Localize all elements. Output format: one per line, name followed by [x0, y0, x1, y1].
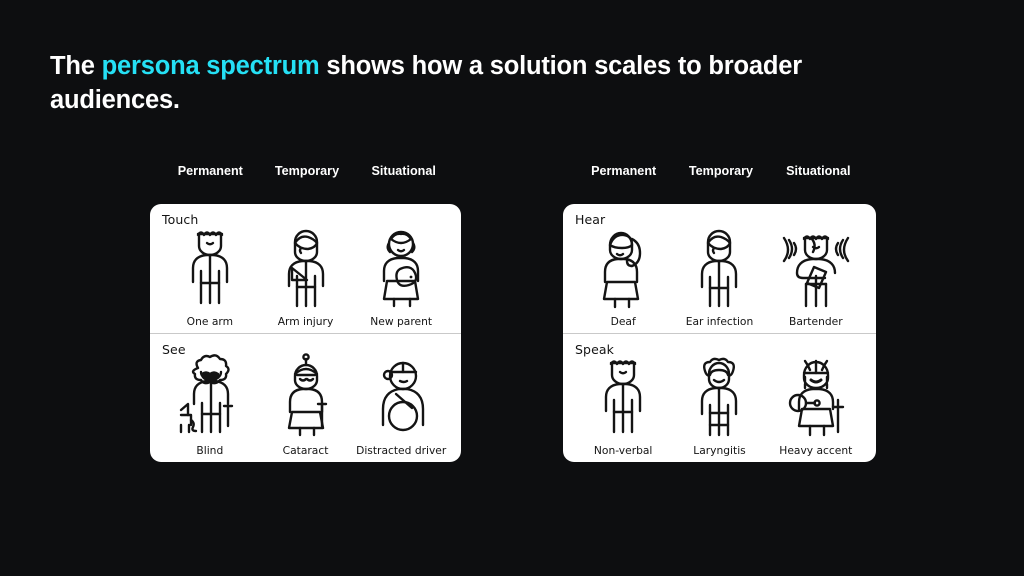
persona-label: Laryngitis — [693, 444, 746, 457]
person-one-arm-icon — [167, 221, 253, 313]
persona-cell-new-parent[interactable]: New parent — [353, 204, 449, 333]
persona-label: Arm injury — [277, 315, 334, 328]
persona-label: Deaf — [610, 315, 636, 328]
persona-label: New parent — [370, 315, 433, 328]
person-non-verbal-icon — [580, 350, 666, 442]
column-header-situational: Situational — [786, 164, 851, 178]
persona-label: Distracted driver — [356, 444, 447, 457]
persona-row-hear: Hear Deaf Ear infection Bartender — [563, 204, 876, 333]
row-label-touch: Touch — [162, 212, 199, 227]
column-header-temporary: Temporary — [688, 164, 754, 178]
column-header-permanent: Permanent — [591, 164, 657, 178]
persona-label: Non-verbal — [593, 444, 653, 457]
title-text-before: The — [50, 52, 102, 80]
row-label-hear: Hear — [575, 212, 606, 227]
persona-cell-bartender[interactable]: Bartender — [768, 204, 864, 333]
person-holding-baby-icon — [358, 221, 444, 313]
person-guide-dog-icon — [167, 350, 253, 442]
row-label-speak: Speak — [575, 342, 614, 357]
persona-row-see: See Blind Cataract Distracted driver — [150, 333, 461, 462]
person-cataract-icon — [263, 350, 349, 442]
persona-panel-hear-speak: Hear Deaf Ear infection Bartender Speak … — [563, 204, 876, 462]
person-laryngitis-icon — [676, 350, 762, 442]
person-heavy-accent-icon — [773, 350, 859, 442]
column-headers-left: Permanent Temporary Situational — [162, 164, 452, 182]
persona-cell-arm-injury[interactable]: Arm injury — [258, 204, 354, 333]
persona-label: Heavy accent — [779, 444, 853, 457]
persona-cell-distracted-driver[interactable]: Distracted driver — [353, 334, 449, 462]
person-deaf-icon — [580, 221, 666, 313]
person-arm-sling-icon — [263, 221, 349, 313]
persona-label: Blind — [196, 444, 224, 457]
page-title: The persona spectrum shows how a solutio… — [50, 50, 880, 117]
persona-label: One arm — [186, 315, 233, 328]
persona-row-speak: Speak Non-verbal Laryngitis Heavy accent — [563, 333, 876, 462]
persona-label: Bartender — [789, 315, 843, 328]
persona-cell-heavy-accent[interactable]: Heavy accent — [768, 334, 864, 462]
persona-cell-laryngitis[interactable]: Laryngitis — [671, 334, 767, 462]
column-header-temporary: Temporary — [274, 164, 340, 178]
person-bartender-noise-icon — [773, 221, 859, 313]
row-label-see: See — [162, 342, 186, 357]
person-ear-infection-icon — [676, 221, 762, 313]
persona-cell-cataract[interactable]: Cataract — [258, 334, 354, 462]
title-accent-phrase: persona spectrum — [101, 52, 320, 80]
persona-row-touch: Touch One arm Arm injury New parent — [150, 204, 461, 333]
persona-panel-touch-see: Touch One arm Arm injury New parent See … — [150, 204, 461, 462]
column-header-situational: Situational — [371, 164, 436, 178]
persona-label: Ear infection — [685, 315, 754, 328]
persona-label: Cataract — [282, 444, 329, 457]
column-header-permanent: Permanent — [177, 164, 243, 178]
persona-cell-ear-infection[interactable]: Ear infection — [671, 204, 767, 333]
person-driving-icon — [358, 350, 444, 442]
column-headers-right: Permanent Temporary Situational — [575, 164, 867, 182]
